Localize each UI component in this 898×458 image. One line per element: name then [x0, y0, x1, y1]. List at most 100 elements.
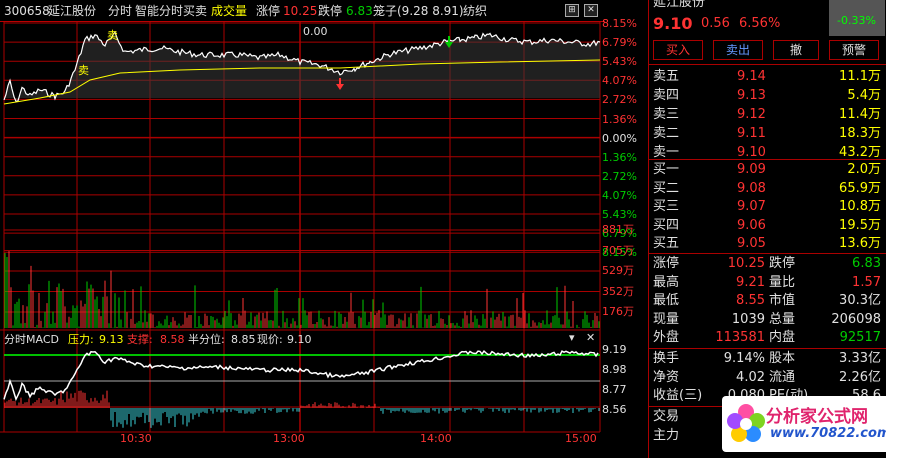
book-volume: 10.8万 [839, 199, 881, 214]
stock-code: 300658 [4, 4, 50, 18]
top-stock-name: 延江股份 [653, 0, 706, 10]
macd-axis-label: 9.19 [602, 343, 627, 356]
order-book-row[interactable]: 卖三 9.12 11.4万 [649, 105, 887, 124]
price-axis-label: 8.15% [602, 17, 637, 30]
quote-panel: 延江股份 -0.33% 9.10 0.56 6.56% 买入 卖出 撤 预警 卖… [648, 0, 887, 458]
sell-mark-top: 卖 [107, 29, 118, 42]
price-axis-label: 4.07% [602, 188, 637, 202]
stats2-row: 换手 9.14% 股本 3.33亿 [649, 349, 887, 368]
sector-label[interactable]: 纺织 [463, 5, 487, 18]
stock-intraday-window: { "header": { "stock_code": "300658", "s… [0, 0, 898, 458]
stats-row: 现量 1039 总量 206098 [649, 310, 887, 329]
pressure-label: 压力: [68, 333, 94, 346]
stat-value: 1039 [731, 311, 765, 327]
book-price: 9.05 [737, 236, 766, 251]
book-label: 买二 [653, 180, 680, 196]
stat-label: 量比 [769, 274, 796, 290]
stat-label: 总量 [769, 311, 796, 327]
price-axis-label: 5.43% [602, 55, 637, 69]
price-change: 0.56 [701, 16, 730, 31]
intraday-chart[interactable] [0, 0, 648, 458]
volume-axis-label: 881万 [602, 223, 634, 236]
order-book-row[interactable]: 买二 9.08 65.9万 [649, 179, 887, 198]
price-axis-label: 6.79% [602, 36, 637, 50]
cancel-button[interactable]: 撤 [773, 40, 819, 60]
stat-label: 市值 [769, 293, 796, 308]
stat-label: 股本 [769, 351, 796, 366]
index-box[interactable]: -0.33% [829, 0, 885, 36]
stat-value: 9.21 [736, 274, 765, 290]
book-price: 9.14 [737, 69, 766, 84]
bottom-row-label: 主力 [653, 428, 680, 443]
limit-up-value: 10.25 [283, 4, 318, 18]
book-volume: 43.2万 [839, 145, 881, 160]
book-volume: 13.6万 [839, 236, 881, 251]
macd-menu-icon[interactable]: ▾ [569, 331, 575, 344]
stock-name[interactable]: 延江股份 [48, 5, 96, 18]
stat-value: 10.25 [727, 256, 765, 271]
watermark-url: www.70822.com [770, 426, 891, 441]
order-book-row[interactable]: 买三 9.07 10.8万 [649, 197, 887, 216]
support-value: 8.58 [160, 333, 185, 346]
macd-price-line [3, 350, 599, 402]
stat-value: 113581 [715, 330, 765, 345]
sell-button[interactable]: 卖出 [713, 40, 763, 60]
price-axis-label: 2.72% [602, 93, 637, 107]
volume-label: 成交量 [211, 4, 248, 18]
watermark-logo: 分析家公式网 www.70822.com [722, 396, 891, 452]
book-volume: 19.5万 [839, 217, 881, 233]
order-book-row[interactable]: 买一 9.09 2.0万 [649, 160, 887, 179]
stat-value: 9.14% [723, 351, 765, 366]
price-axis-label: 1.36% [602, 112, 637, 126]
divider [649, 64, 887, 65]
book-price: 9.08 [737, 180, 766, 196]
stat-label: 净资 [653, 369, 680, 385]
close-icon[interactable]: ✕ [584, 4, 598, 17]
book-volume: 2.0万 [847, 162, 881, 177]
order-book-row[interactable]: 卖五 9.14 11.1万 [649, 67, 887, 86]
price-axis-label: 2.72% [602, 169, 637, 183]
price-change-pct: 6.56% [739, 16, 781, 31]
stat-value: 1.57 [852, 274, 881, 290]
order-book-row[interactable]: 买四 9.06 19.5万 [649, 216, 887, 235]
flower-logo-icon [727, 404, 765, 442]
stat-value: 30.3亿 [839, 293, 881, 308]
stat-label: 外盘 [653, 330, 680, 345]
price-label: 现价: [257, 333, 283, 346]
stat-value: 92517 [839, 330, 881, 345]
volume-axis-label: 352万 [602, 284, 634, 298]
settings-icon[interactable]: ⊞ [565, 4, 579, 17]
index-change: -0.33% [837, 14, 876, 27]
stat-label: 最低 [653, 293, 680, 308]
buy-button[interactable]: 买入 [653, 40, 703, 60]
book-label: 买三 [653, 199, 680, 214]
sell-mark: 卖 [78, 64, 89, 77]
stat-label: 内盘 [769, 330, 796, 345]
center-value: 0.00 [303, 25, 328, 38]
book-volume: 11.1万 [839, 69, 881, 84]
indicator-label[interactable]: 智能分时买卖 [135, 5, 207, 18]
stats2-row: 净资 4.02 流通 2.26亿 [649, 368, 887, 387]
time-axis-label: 10:30 [120, 432, 152, 445]
price-axis-label: 4.07% [602, 74, 637, 88]
book-price: 9.10 [737, 145, 766, 160]
order-book-row[interactable]: 买五 9.05 13.6万 [649, 234, 887, 253]
stat-value: 2.26亿 [839, 369, 881, 385]
stats-row: 最低 8.55 市值 30.3亿 [649, 291, 887, 310]
book-volume: 11.4万 [839, 107, 881, 122]
order-book-row[interactable]: 卖二 9.11 18.3万 [649, 124, 887, 143]
order-book-row[interactable]: 卖四 9.13 5.4万 [649, 86, 887, 105]
pressure-value: 9.13 [99, 333, 124, 346]
macd-axis-label: 8.56 [602, 403, 627, 416]
price-axis-label: 0.00% [602, 131, 637, 145]
mid-label: 半分位: [188, 333, 225, 346]
macd-axis-label: 8.77 [602, 383, 627, 396]
stat-value: 8.55 [736, 293, 765, 308]
book-volume: 65.9万 [839, 180, 881, 196]
alert-button[interactable]: 预警 [829, 40, 879, 60]
limit-up-label: 涨停 [256, 4, 281, 18]
price-value: 9.10 [287, 333, 312, 346]
macd-close-icon[interactable]: ✕ [586, 331, 595, 344]
book-price: 9.06 [737, 217, 766, 233]
book-price: 9.13 [737, 88, 766, 103]
